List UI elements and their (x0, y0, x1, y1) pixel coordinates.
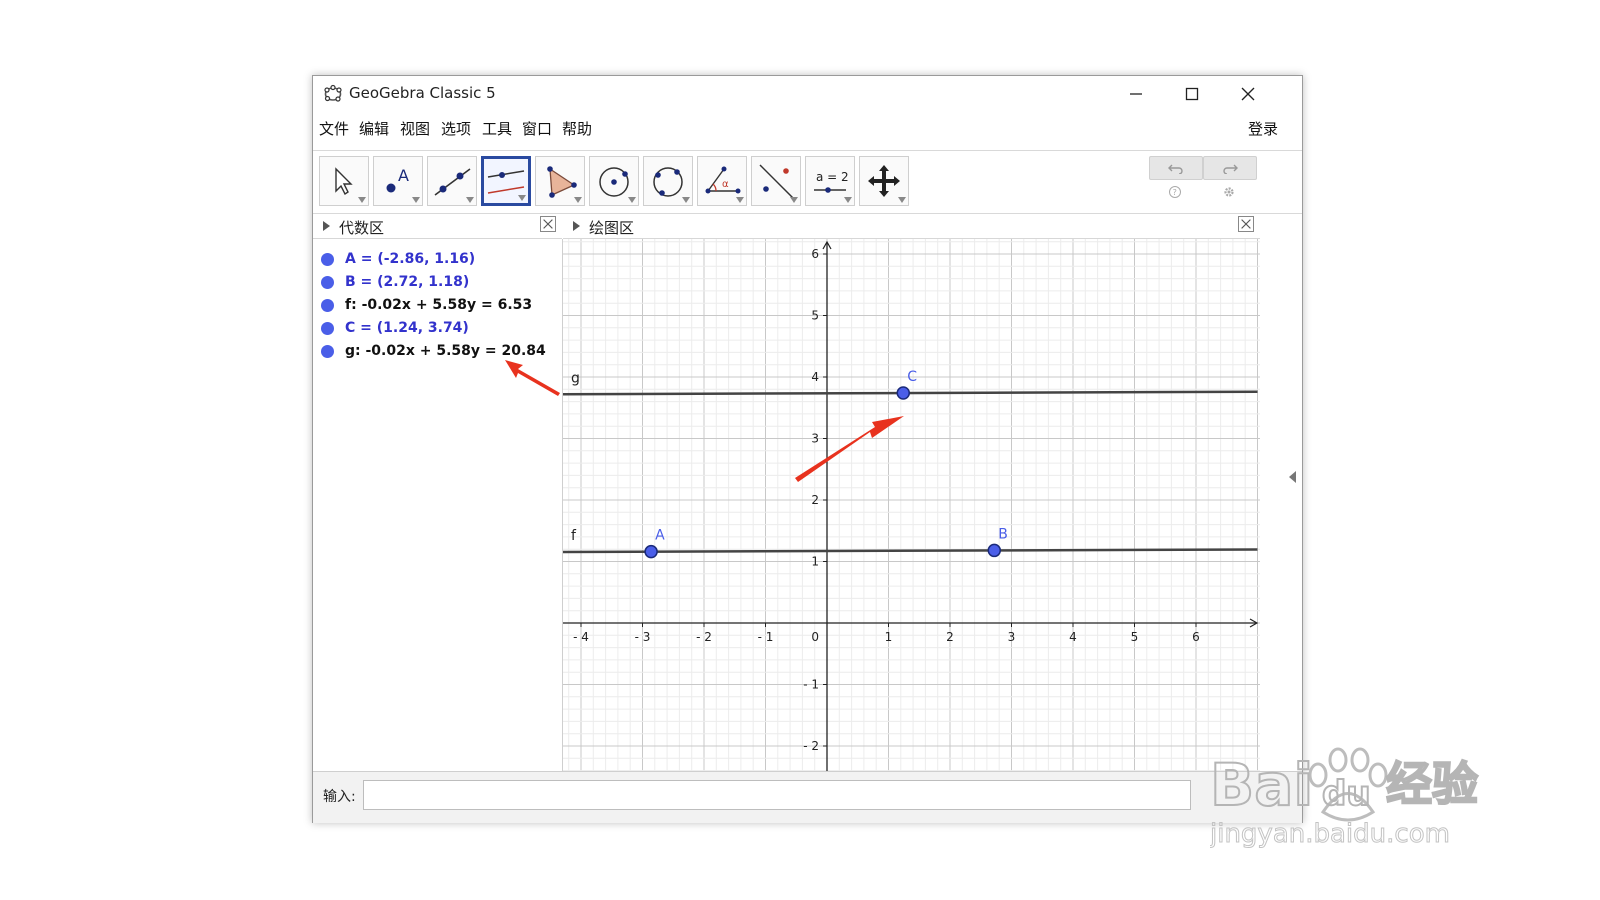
watermark-cn: 经验 (1386, 757, 1478, 811)
watermark-brand: Bai (1210, 751, 1313, 819)
baidu-watermark: Bai du 经验 jingyan.baidu.com (1210, 747, 1479, 850)
watermark-url: jingyan.baidu.com (1210, 819, 1450, 849)
annotation-arrow (795, 416, 904, 482)
watermark-brand-suffix: du (1322, 774, 1371, 814)
annotation-arrow (505, 360, 560, 396)
